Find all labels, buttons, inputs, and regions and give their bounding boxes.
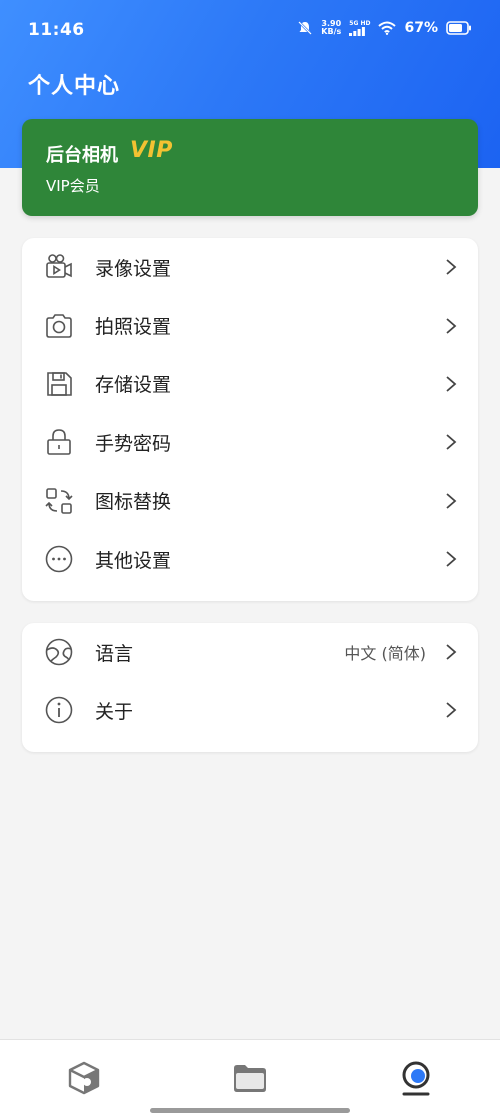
general-list: 语言 中文 (简体) 关于	[22, 623, 478, 752]
settings-item-label: 其他设置	[95, 549, 172, 572]
settings-item-other[interactable]: 其他设置	[22, 530, 478, 588]
vip-card[interactable]: 后台相机 VIP VIP会员	[22, 119, 478, 216]
cube-camera-icon[interactable]	[64, 1058, 104, 1098]
chevron-right-icon	[446, 434, 457, 451]
status-time: 11:46	[28, 20, 85, 40]
chevron-right-icon	[446, 644, 457, 660]
chevron-right-icon	[446, 702, 457, 719]
status-bar: 11:46 3.90 KB/s 5G HD 67%	[0, 0, 500, 60]
lock-icon	[47, 429, 71, 456]
settings-item-label: 存储设置	[95, 374, 172, 397]
settings-item-label: 录像设置	[95, 257, 172, 280]
about-item[interactable]: 关于	[22, 681, 478, 739]
settings-item-icon-replace[interactable]: 图标替换	[22, 472, 478, 530]
settings-item-label: 手势密码	[95, 432, 172, 455]
home-indicator[interactable]	[150, 1108, 350, 1113]
icon-replace-icon	[45, 487, 73, 514]
settings-list: 录像设置 拍照设置 存储设置 手势密码 图标替换 其他设置	[22, 238, 478, 601]
more-dots-icon	[45, 545, 73, 573]
profile-webcam-icon[interactable]	[396, 1058, 436, 1098]
vip-membership-label: VIP会员	[46, 177, 100, 195]
settings-item-label: 图标替换	[95, 491, 172, 514]
video-camera-icon	[46, 254, 72, 278]
language-label: 语言	[95, 642, 134, 665]
settings-item-storage[interactable]: 存储设置	[22, 355, 478, 413]
net-speed-unit: KB/s	[321, 27, 342, 36]
chevron-right-icon	[446, 317, 457, 334]
cell-signal: 5G HD	[349, 20, 370, 36]
wifi-icon	[378, 21, 397, 35]
language-item[interactable]: 语言 中文 (简体)	[22, 623, 478, 681]
save-disk-icon	[47, 372, 72, 396]
language-value: 中文 (简体)	[344, 644, 426, 664]
chevron-right-icon	[446, 259, 457, 275]
signal-bars-icon	[349, 26, 366, 36]
net-speed: 3.90 KB/s	[321, 20, 341, 36]
chevron-right-icon	[446, 493, 457, 509]
chevron-right-icon	[446, 376, 457, 392]
battery-icon	[446, 21, 471, 35]
folder-icon[interactable]	[230, 1058, 270, 1098]
status-icons: 3.90 KB/s 5G HD 67%	[297, 20, 472, 36]
settings-item-label: 拍照设置	[95, 316, 172, 339]
mute-bell-icon	[298, 21, 313, 35]
camera-icon	[46, 313, 72, 338]
globe-icon	[45, 638, 73, 666]
info-icon	[45, 697, 73, 724]
about-label: 关于	[95, 700, 134, 723]
chevron-right-icon	[446, 551, 457, 567]
page-title: 个人中心	[28, 74, 121, 99]
vip-badge: VIP	[130, 138, 173, 163]
bottom-nav	[0, 1039, 500, 1116]
settings-item-gesture-password[interactable]: 手势密码	[22, 413, 478, 471]
settings-item-video[interactable]: 录像设置	[22, 238, 478, 296]
settings-item-photo[interactable]: 拍照设置	[22, 296, 478, 354]
battery-percent: 67%	[404, 20, 438, 36]
vip-app-name: 后台相机	[46, 145, 118, 166]
